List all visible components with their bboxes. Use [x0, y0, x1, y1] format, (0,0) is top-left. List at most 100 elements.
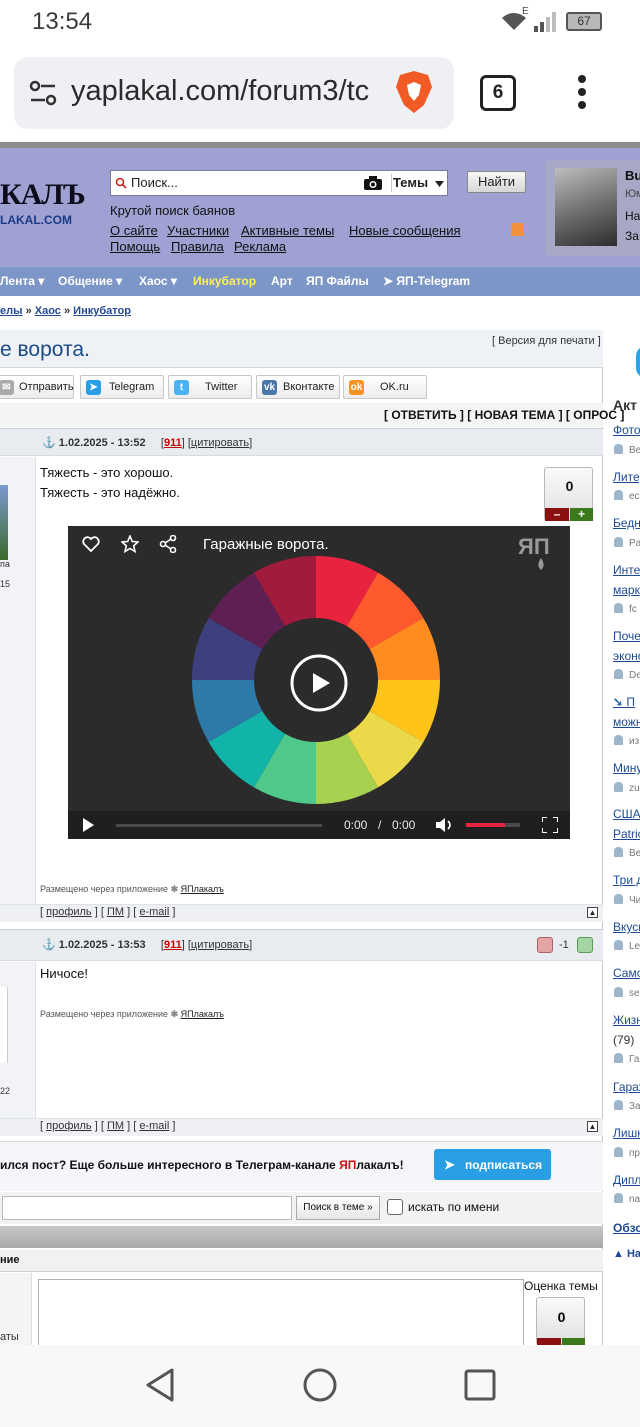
sidebar-topic-author[interactable]: из [614, 735, 639, 747]
site-logo[interactable]: КАЛЪ [0, 178, 86, 212]
url-text[interactable]: yaplakal.com/forum3/tc [71, 75, 381, 108]
sidebar-topic-author[interactable]: na [614, 1193, 640, 1205]
share-vk-button[interactable]: vk Вконтакте [256, 375, 340, 399]
user-line-4[interactable]: За [625, 229, 639, 243]
sidebar-topic-author[interactable]: ec [614, 490, 640, 502]
link-about[interactable]: О сайте [110, 223, 158, 238]
sidebar-topic-link[interactable]: Литер [613, 470, 640, 484]
heart-icon[interactable] [82, 536, 100, 552]
sidebar-topic-author[interactable]: Le [614, 940, 640, 952]
post-number[interactable]: 911 [164, 939, 182, 951]
share-twitter-button[interactable]: t Twitter [168, 375, 252, 399]
nav-item-telegram[interactable]: ➤ ЯП-Telegram [383, 274, 470, 288]
sidebar-topic-link[interactable]: Гараж [613, 1080, 640, 1094]
profile-link[interactable]: профиль [46, 1120, 92, 1132]
link-active-topics[interactable]: Активные темы [241, 223, 334, 238]
volume-icon[interactable] [436, 818, 454, 832]
fullscreen-icon[interactable] [542, 817, 558, 833]
tab-count-button[interactable]: 6 [480, 75, 516, 111]
email-link[interactable]: e-mail [139, 906, 169, 918]
downvote-icon[interactable] [537, 937, 553, 953]
video-player[interactable]: Гаражные ворота. ЯП 0:00 / 0:00 [68, 526, 570, 839]
quote-link[interactable]: цитировать [191, 939, 249, 951]
scroll-top-icon[interactable]: ▲ [587, 1121, 598, 1132]
sidebar-topic-link[interactable]: Вкусн [613, 920, 640, 934]
sidebar-overview-link[interactable]: Обзо [613, 1221, 640, 1235]
pm-link[interactable]: ПМ [107, 1120, 124, 1132]
rate-down-button[interactable]: – [545, 508, 569, 521]
find-button[interactable]: Найти [467, 171, 526, 193]
sidebar-topic-link[interactable]: Лишн [613, 1126, 640, 1140]
address-bar[interactable]: yaplakal.com/forum3/tc [14, 57, 454, 129]
share-ok-button[interactable]: ok OK.ru [343, 375, 427, 399]
upvote-icon[interactable] [577, 937, 593, 953]
post-number[interactable]: 911 [164, 437, 182, 449]
sidebar-topic-author[interactable]: Be [614, 444, 640, 456]
rate-up-button[interactable] [562, 1338, 585, 1345]
sidebar-topic-link-2[interactable]: марк [613, 583, 640, 597]
play-button[interactable] [290, 654, 348, 712]
link-ads[interactable]: Реклама [234, 239, 286, 254]
rate-down-button[interactable] [537, 1338, 561, 1345]
user-line-3[interactable]: На [625, 209, 640, 223]
volume-slider[interactable] [466, 823, 520, 827]
sidebar-topic-author[interactable]: Чи [614, 894, 640, 906]
sidebar-badge-icon[interactable] [636, 346, 640, 378]
nav-item-feed[interactable]: Лента ▾ [0, 274, 44, 288]
pm-link[interactable]: ПМ [107, 906, 124, 918]
print-version-link[interactable]: [ Версия для печати ] [492, 335, 601, 347]
reply-textarea[interactable] [38, 1279, 524, 1349]
share-icon[interactable] [159, 535, 177, 553]
subscribe-button[interactable]: ➤ подписаться [434, 1149, 551, 1180]
share-telegram-button[interactable]: ➤ Telegram [80, 375, 164, 399]
topic-search-button[interactable]: Поиск в теме » [296, 1196, 380, 1220]
rate-up-button[interactable]: + [570, 508, 593, 521]
progress-bar[interactable] [116, 824, 322, 827]
anchor-icon[interactable]: ⚓ [42, 437, 56, 449]
user-panel[interactable]: Bu Юм На За [545, 160, 640, 256]
sidebar-topic-link[interactable]: Три д [613, 873, 640, 887]
posted-via-app[interactable]: ЯПлакалъ [181, 884, 224, 894]
link-help[interactable]: Помощь [110, 239, 160, 254]
email-link[interactable]: e-mail [139, 1120, 169, 1132]
site-logo-domain[interactable]: LAKAL.COM [0, 213, 72, 227]
topic-actions[interactable]: [ ОТВЕТИТЬ ] [ НОВАЯ ТЕМА ] [ ОПРОС ] [384, 408, 624, 422]
link-rules[interactable]: Правила [171, 239, 224, 254]
sidebar-topic-link-2[interactable]: Patric [613, 827, 640, 841]
sidebar-topic-link-2[interactable]: эконо [613, 649, 640, 663]
posted-via-app[interactable]: ЯПлакалъ [181, 1009, 224, 1019]
sidebar-topic-link[interactable]: Фото [613, 423, 640, 437]
scroll-top-icon[interactable]: ▲ [587, 907, 598, 918]
brave-shield-icon[interactable] [394, 69, 434, 115]
sidebar-topic-author[interactable]: Be [614, 847, 640, 859]
sidebar-topic-author[interactable]: За [614, 1100, 640, 1112]
site-settings-icon[interactable] [29, 80, 57, 106]
sidebar-topic-author[interactable]: fc [614, 603, 637, 615]
share-send-button[interactable]: ✉ Отправить [0, 375, 74, 399]
sidebar-topic-link[interactable]: Почем [613, 629, 640, 643]
sidebar-topic-link[interactable]: Дипл [613, 1173, 640, 1187]
breadcrumb-link-2[interactable]: Хаос [35, 305, 61, 317]
search-by-name-checkbox[interactable] [387, 1199, 403, 1215]
topic-search-input[interactable] [2, 1196, 292, 1220]
profile-link[interactable]: профиль [46, 906, 92, 918]
sidebar-topic-link[interactable]: Бедн [613, 516, 640, 530]
link-new-messages[interactable]: Новые сообщения [349, 223, 461, 238]
back-icon[interactable] [144, 1367, 176, 1403]
author-avatar[interactable] [0, 987, 8, 1063]
nav-item-incubator[interactable]: Инкубатор [193, 274, 256, 288]
nav-item-art[interactable]: Арт [271, 274, 293, 288]
play-icon[interactable] [82, 818, 94, 832]
nav-item-files[interactable]: ЯП Файлы [306, 274, 369, 288]
sidebar-topic-link[interactable]: ➘ П [613, 695, 635, 709]
nav-item-chat[interactable]: Общение ▾ [58, 274, 122, 288]
nav-item-chaos[interactable]: Хаос ▾ [139, 274, 177, 288]
breadcrumb-link-1[interactable]: елы [0, 305, 23, 317]
sidebar-up-link[interactable]: ▲ Нан [613, 1248, 640, 1260]
sidebar-topic-author[interactable]: se [614, 987, 640, 999]
recent-apps-icon[interactable] [464, 1369, 496, 1401]
sidebar-topic-author[interactable]: De [614, 669, 640, 681]
sidebar-topic-link[interactable]: США [613, 807, 640, 821]
sidebar-topic-author[interactable]: Pa [614, 537, 640, 549]
sidebar-topic-author[interactable]: пр [614, 1147, 640, 1159]
